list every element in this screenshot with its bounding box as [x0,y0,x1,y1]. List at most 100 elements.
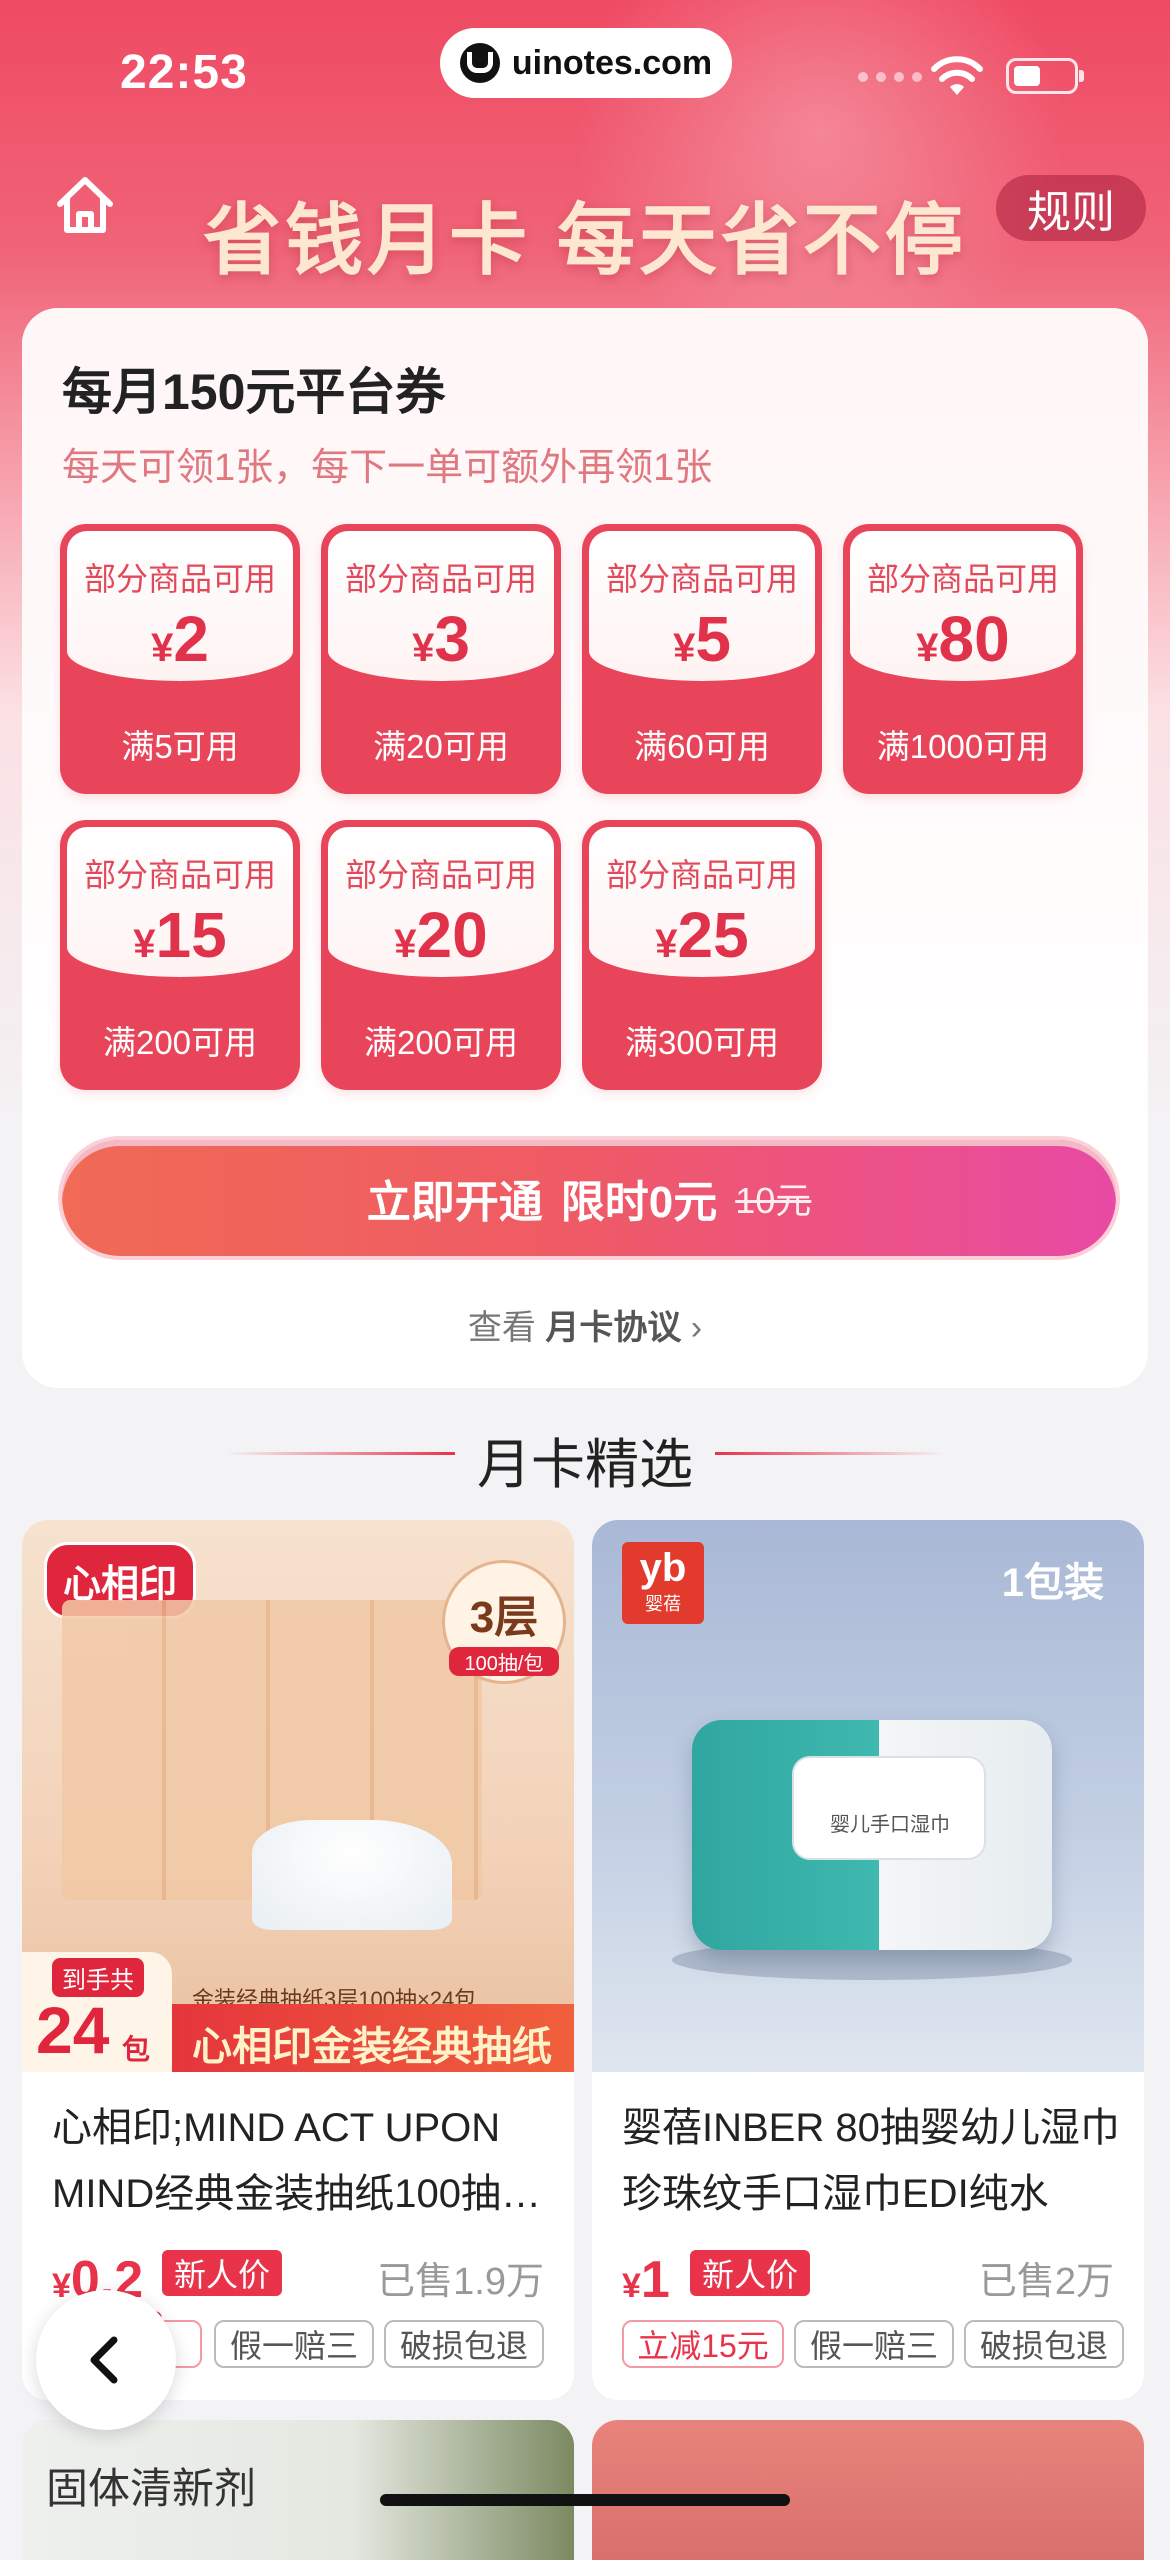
coupon-currency: ¥ [673,626,696,670]
back-chevron-icon [90,2336,118,2384]
pack-num: 24 [36,1993,110,2067]
wifi-icon [931,56,983,95]
coupon-currency: ¥ [655,922,678,966]
layers-num: 3层 [469,1593,539,1642]
product-card-next[interactable] [592,2420,1144,2560]
coupon-currency: ¥ [916,626,939,670]
card-subtitle: 每天可领1张，每下一单可额外再领1张 [62,447,713,489]
open-label: 立即开通 [366,1178,543,1227]
new-user-badge: 新人价 [162,2250,283,2296]
wipes-package: 婴儿手口湿巾 [692,1720,1052,1950]
coupon-amount: ¥2 [60,602,300,676]
product-title: 心相印;MIND ACT UPON MIND经典金装抽纸100抽3层24包 [52,2106,524,2216]
coupon-scope: 部分商品可用 [866,561,1059,597]
open-now-button[interactable]: 立即开通 限时0元 10元 [62,1140,1116,1256]
coupon-value: 15 [155,899,227,971]
coupon-condition: 满5可用 [121,728,239,765]
price-value: 1 [640,2251,670,2309]
agreement-prefix: 查看 [467,1309,536,1347]
discount-tag: 立减15元 [622,2320,784,2368]
signal-icon [858,72,922,82]
status-time: 22:53 [120,46,248,99]
coupon-value: 20 [416,899,488,971]
coupon-amount: ¥15 [60,898,300,972]
coupon-condition: 满60可用 [634,728,770,765]
sold-count: 已售2万 [978,2261,1114,2303]
coupon-value: 5 [695,603,731,675]
coupon-currency: ¥ [133,922,156,966]
coupon-amount: ¥80 [843,602,1083,676]
agreement-row[interactable]: 查看 月卡协议 › [0,1300,1170,1349]
original-price: 10元 [735,1180,812,1221]
coupon-value: 3 [434,603,470,675]
package-text: 婴儿手口湿巾 [830,1814,950,1836]
coupon-scope: 部分商品可用 [83,561,276,597]
new-user-badge: 新人价 [690,2250,811,2296]
coupon-scope: 部分商品可用 [344,857,537,893]
damage-return-tag: 破损包退 [384,2320,544,2368]
home-indicator[interactable] [380,2494,790,2506]
product-image: 心相印 3层 100抽/包 金装经典抽纸3层100抽×24包 心相印金装经典抽纸… [22,1520,574,2072]
coupon-scope: 部分商品可用 [605,857,798,893]
tissue-sheet [252,1820,452,1930]
wipes-lid: 婴儿手口湿巾 [792,1756,986,1860]
product-card[interactable]: 心相印 3层 100抽/包 金装经典抽纸3层100抽×24包 心相印金装经典抽纸… [22,1520,574,2400]
chevron-right-icon: › [690,1309,703,1347]
coupon-tile[interactable]: 部分商品可用 ¥3 满20可用 [321,524,561,794]
back-button[interactable] [36,2290,176,2430]
promo-label: 限时0元 [560,1178,718,1227]
coupon-tile[interactable]: 部分商品可用 ¥2 满5可用 [60,524,300,794]
coupon-scope: 部分商品可用 [83,857,276,893]
coupon-amount: ¥20 [321,898,561,972]
pack-label: 1包装 [1001,1561,1104,1605]
section-title: 月卡精选 [477,1435,693,1495]
coupon-currency: ¥ [151,626,174,670]
fake-compensation-tag: 假一赔三 [214,2320,374,2368]
pack-badge: 到手共 24 包 [22,1952,172,2072]
banner-title: 省钱月卡 每天省不停 [203,196,967,284]
coupon-scope: 部分商品可用 [605,561,798,597]
battery-icon [1006,58,1084,94]
coupon-currency: ¥ [394,922,417,966]
product-image: yb 婴蓓 1包装 婴儿手口湿巾 [592,1520,1144,2072]
product-price: ¥1 [622,2250,670,2310]
coupon-condition: 满1000可用 [876,728,1050,765]
agreement-link[interactable]: 月卡协议 [545,1309,681,1347]
coupon-condition: 满200可用 [102,1024,258,1061]
pack-unit: 包 [122,2034,151,2065]
coupon-amount: ¥3 [321,602,561,676]
coupon-amount: ¥5 [582,602,822,676]
product-title: 婴蓓INBER 80抽婴幼儿湿巾珍珠纹手口湿巾EDI纯水 [622,2106,1120,2216]
coupon-tile[interactable]: 部分商品可用 ¥80 满1000可用 [843,524,1083,794]
coupon-tile[interactable]: 部分商品可用 ¥25 满300可用 [582,820,822,1090]
coupon-currency: ¥ [412,626,435,670]
next-product-label: 固体清新剂 [46,2465,257,2512]
coupon-amount: ¥25 [582,898,822,972]
sold-count: 已售1.9万 [377,2261,544,2303]
coupon-value: 2 [173,603,209,675]
layers-badge: 3层 100抽/包 [442,1560,566,1684]
brand-mark: yb [639,1546,687,1590]
price-currency: ¥ [622,2267,641,2305]
coupon-condition: 满200可用 [363,1024,519,1061]
brand-logo: yb 婴蓓 [622,1542,704,1624]
rules-button[interactable]: 规则 [996,175,1146,241]
layers-sub: 100抽/包 [449,1647,559,1676]
coupon-value: 25 [677,899,749,971]
coupon-tile[interactable]: 部分商品可用 ¥5 满60可用 [582,524,822,794]
coupon-tile[interactable]: 部分商品可用 ¥20 满200可用 [321,820,561,1090]
banner-text: 心相印金装经典抽纸 [192,2025,552,2069]
coupon-condition: 满20可用 [373,728,509,765]
fake-compensation-tag: 假一赔三 [794,2320,954,2368]
coupon-tile[interactable]: 部分商品可用 ¥15 满200可用 [60,820,300,1090]
coupon-value: 80 [938,603,1010,675]
damage-return-tag: 破损包退 [964,2320,1124,2368]
card-title: 每月150元平台券 [62,364,446,420]
product-card[interactable]: yb 婴蓓 1包装 婴儿手口湿巾 婴蓓INBER 80抽婴幼儿湿巾珍珠纹手口湿巾… [592,1520,1144,2400]
url-pill[interactable]: uinotes.com [440,28,732,98]
url-text: uinotes.com [511,43,713,82]
coupon-scope: 部分商品可用 [344,561,537,597]
brand-sub: 婴蓓 [645,1594,681,1614]
coupon-condition: 满300可用 [624,1024,780,1061]
site-logo-icon [459,43,500,83]
